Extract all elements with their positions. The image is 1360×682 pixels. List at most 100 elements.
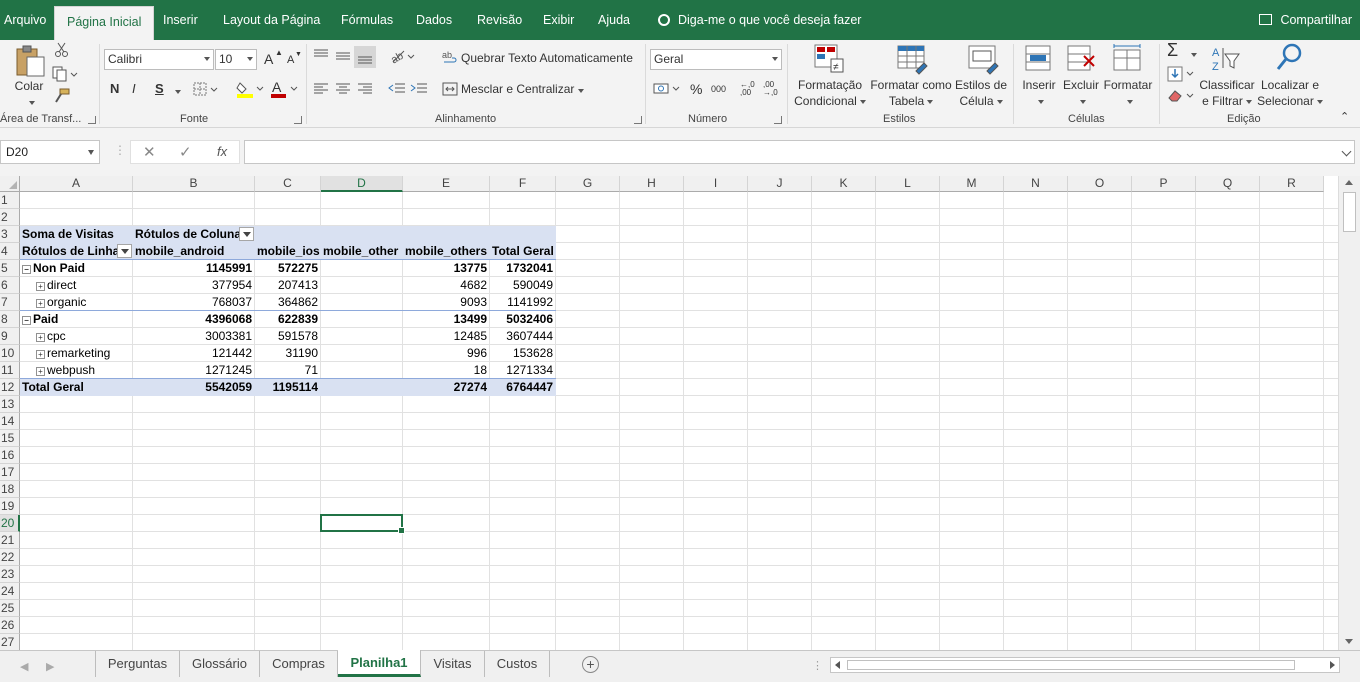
tab-arquivo[interactable]: Arquivo: [4, 0, 46, 40]
share-button[interactable]: Compartilhar: [1259, 0, 1352, 40]
expand-icon[interactable]: +: [36, 333, 45, 342]
tab-pagina-inicial[interactable]: Página Inicial: [54, 6, 155, 40]
horizontal-scroll-thumb[interactable]: [847, 660, 1295, 670]
column-header-l[interactable]: L: [876, 176, 940, 192]
add-sheet-button[interactable]: +: [582, 656, 599, 673]
expand-icon[interactable]: +: [36, 350, 45, 359]
formula-input[interactable]: [244, 140, 1355, 164]
pivot-value-cell[interactable]: [321, 328, 403, 345]
align-top-icon[interactable]: [313, 48, 329, 65]
cell-styles-button[interactable]: Estilos de Célula: [955, 77, 1007, 109]
pivot-value-cell[interactable]: 4682: [403, 277, 490, 294]
pivot-value-cell[interactable]: 1141992: [490, 294, 556, 311]
tab-ajuda[interactable]: Ajuda: [598, 0, 630, 40]
column-header-b[interactable]: B: [133, 176, 255, 192]
merge-center-button[interactable]: Mesclar e Centralizar: [461, 82, 574, 96]
row-header-7[interactable]: 7: [0, 294, 20, 311]
pivot-value-cell[interactable]: [321, 294, 403, 311]
row-header-6[interactable]: 6: [0, 277, 20, 294]
column-header-d[interactable]: D: [321, 176, 403, 192]
row-header-13[interactable]: 13: [0, 396, 20, 413]
format-cells-icon[interactable]: [1112, 44, 1142, 75]
pivot-value-cell[interactable]: [321, 311, 403, 328]
name-box[interactable]: D20: [0, 140, 100, 164]
row-header-17[interactable]: 17: [0, 464, 20, 481]
scroll-down-icon[interactable]: [1345, 639, 1353, 644]
pivot-value-cell[interactable]: [321, 260, 403, 277]
underline-button[interactable]: S: [155, 81, 164, 96]
decrease-decimal-button[interactable]: ,00 →,0: [763, 81, 779, 97]
tab-formulas[interactable]: Fórmulas: [341, 0, 393, 40]
enter-icon[interactable]: ✓: [179, 143, 192, 161]
pivot-value-cell[interactable]: 1271334: [490, 362, 556, 379]
pivot-grand-total-cell[interactable]: 6764447: [490, 379, 556, 396]
select-all-corner[interactable]: [0, 176, 20, 192]
pivot-value-cell[interactable]: 622839: [255, 311, 321, 328]
row-header-21[interactable]: 21: [0, 532, 20, 549]
column-labels-filter-button[interactable]: [239, 227, 254, 241]
paste-dropdown[interactable]: [20, 94, 40, 110]
pivot-grand-total-cell[interactable]: 27274: [403, 379, 490, 396]
column-header-q[interactable]: Q: [1196, 176, 1260, 192]
row-header-20[interactable]: 20: [0, 515, 20, 532]
next-sheet-icon[interactable]: ▶: [46, 660, 54, 673]
pivot-value-cell[interactable]: 1145991: [133, 260, 255, 277]
pivot-value-cell[interactable]: 377954: [133, 277, 255, 294]
delete-cells-icon[interactable]: [1066, 44, 1096, 75]
bold-button[interactable]: N: [110, 81, 119, 96]
expand-icon[interactable]: +: [36, 282, 45, 291]
thousands-button[interactable]: 000: [711, 84, 726, 94]
pivot-row-label[interactable]: + webpush: [20, 362, 133, 379]
column-header-i[interactable]: I: [684, 176, 748, 192]
row-header-8[interactable]: 8: [0, 311, 20, 328]
font-color-icon[interactable]: A: [270, 79, 300, 101]
column-header-j[interactable]: J: [748, 176, 812, 192]
pivot-value-cell[interactable]: 590049: [490, 277, 556, 294]
format-cells-button[interactable]: Formatar: [1102, 77, 1154, 109]
sheet-tab-glossario[interactable]: Glossário: [180, 651, 260, 677]
pivot-value-cell[interactable]: 572275: [255, 260, 321, 277]
row-header-11[interactable]: 11: [0, 362, 20, 379]
pivot-value-cell[interactable]: 153628: [490, 345, 556, 362]
autosum-button[interactable]: Σ: [1167, 40, 1178, 61]
align-center-icon[interactable]: [335, 82, 351, 99]
pivot-value-cell[interactable]: 768037: [133, 294, 255, 311]
vertical-scroll-thumb[interactable]: [1343, 192, 1356, 232]
pivot-value-cell[interactable]: 207413: [255, 277, 321, 294]
autosum-dropdown[interactable]: [1188, 47, 1197, 61]
shrink-font-button[interactable]: A: [287, 54, 294, 66]
copy-icon[interactable]: [52, 66, 78, 85]
tab-revisao[interactable]: Revisão: [477, 0, 522, 40]
scroll-left-icon[interactable]: [835, 661, 840, 669]
align-bottom-icon[interactable]: [354, 46, 376, 68]
format-painter-icon[interactable]: [53, 88, 71, 107]
align-middle-icon[interactable]: [335, 48, 351, 65]
font-size-combo[interactable]: 10: [215, 49, 257, 70]
column-header-c[interactable]: C: [255, 176, 321, 192]
underline-dropdown[interactable]: [172, 84, 181, 98]
horizontal-scrollbar[interactable]: [830, 657, 1340, 673]
column-header-k[interactable]: K: [812, 176, 876, 192]
collapse-ribbon-icon[interactable]: ⌃: [1340, 110, 1349, 123]
pivot-value-cell[interactable]: 1271245: [133, 362, 255, 379]
row-header-4[interactable]: 4: [0, 243, 20, 260]
pivot-row-label[interactable]: + organic: [20, 294, 133, 311]
sheet-tab-perguntas[interactable]: Perguntas: [95, 651, 180, 677]
align-right-icon[interactable]: [357, 82, 373, 99]
column-header-m[interactable]: M: [940, 176, 1004, 192]
row-header-24[interactable]: 24: [0, 583, 20, 600]
tab-inserir[interactable]: Inserir: [163, 0, 198, 40]
pivot-grand-total-cell[interactable]: [321, 379, 403, 396]
cancel-icon[interactable]: ✕: [143, 143, 156, 161]
prev-sheet-icon[interactable]: ◀: [20, 660, 28, 673]
font-launcher[interactable]: [294, 116, 302, 124]
tab-splitter-icon[interactable]: ⋮: [812, 659, 823, 672]
row-header-16[interactable]: 16: [0, 447, 20, 464]
pivot-value-cell[interactable]: [321, 277, 403, 294]
sort-filter-button[interactable]: Classificar e Filtrar: [1196, 77, 1258, 109]
worksheet-grid[interactable]: A B C D E F G H I J K L M N O P Q R 1 2 3 4 5 6 7 8 9 10 11 12 13 14 15 1…: [0, 176, 1338, 650]
row-header-22[interactable]: 22: [0, 549, 20, 566]
wrap-text-button[interactable]: Quebrar Texto Automaticamente: [461, 51, 633, 65]
currency-icon[interactable]: [653, 81, 683, 100]
pivot-grand-total-cell[interactable]: 1195114: [255, 379, 321, 396]
